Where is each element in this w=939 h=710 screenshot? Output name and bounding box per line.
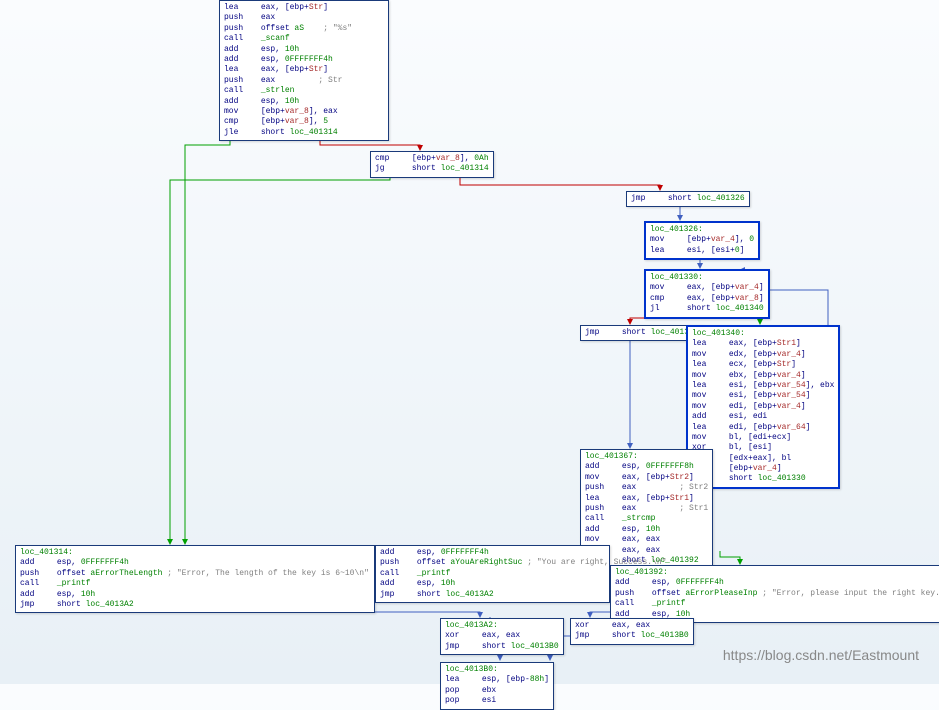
block-entry[interactable]: lea eax, [ebp+Str]push eaxpush offset aS… [219,0,389,141]
block-loc-401326[interactable]: loc_401326:mov [ebp+var_4], 0lea esi, [e… [644,221,760,260]
block-loc-401330[interactable]: loc_401330:mov eax, [ebp+var_4]cmp eax, … [644,269,770,319]
block-loc-4013B0[interactable]: loc_4013B0:lea esp, [ebp-88h]pop ebxpop … [440,662,554,710]
watermark: https://blog.csdn.net/Eastmount [723,646,919,664]
block-jmp-401326[interactable]: jmp short loc_401326 [626,191,750,207]
block-xor-jmp[interactable]: xor eax, eaxjmp short loc_4013B0 [570,618,694,645]
block-loc-401314[interactable]: loc_401314:add esp, 0FFFFFFF4hpush offse… [15,545,375,613]
block-success[interactable]: add esp, 0FFFFFFF4hpush offset aYouAreRi… [375,545,610,603]
block-loc-401392[interactable]: loc_401392:add esp, 0FFFFFFF4hpush offse… [610,565,939,623]
block-loc-4013A2[interactable]: loc_4013A2:xor eax, eaxjmp short loc_401… [440,618,564,655]
block-cmp-upper[interactable]: cmp [ebp+var_8], 0Ahjg short loc_401314 [370,151,494,178]
